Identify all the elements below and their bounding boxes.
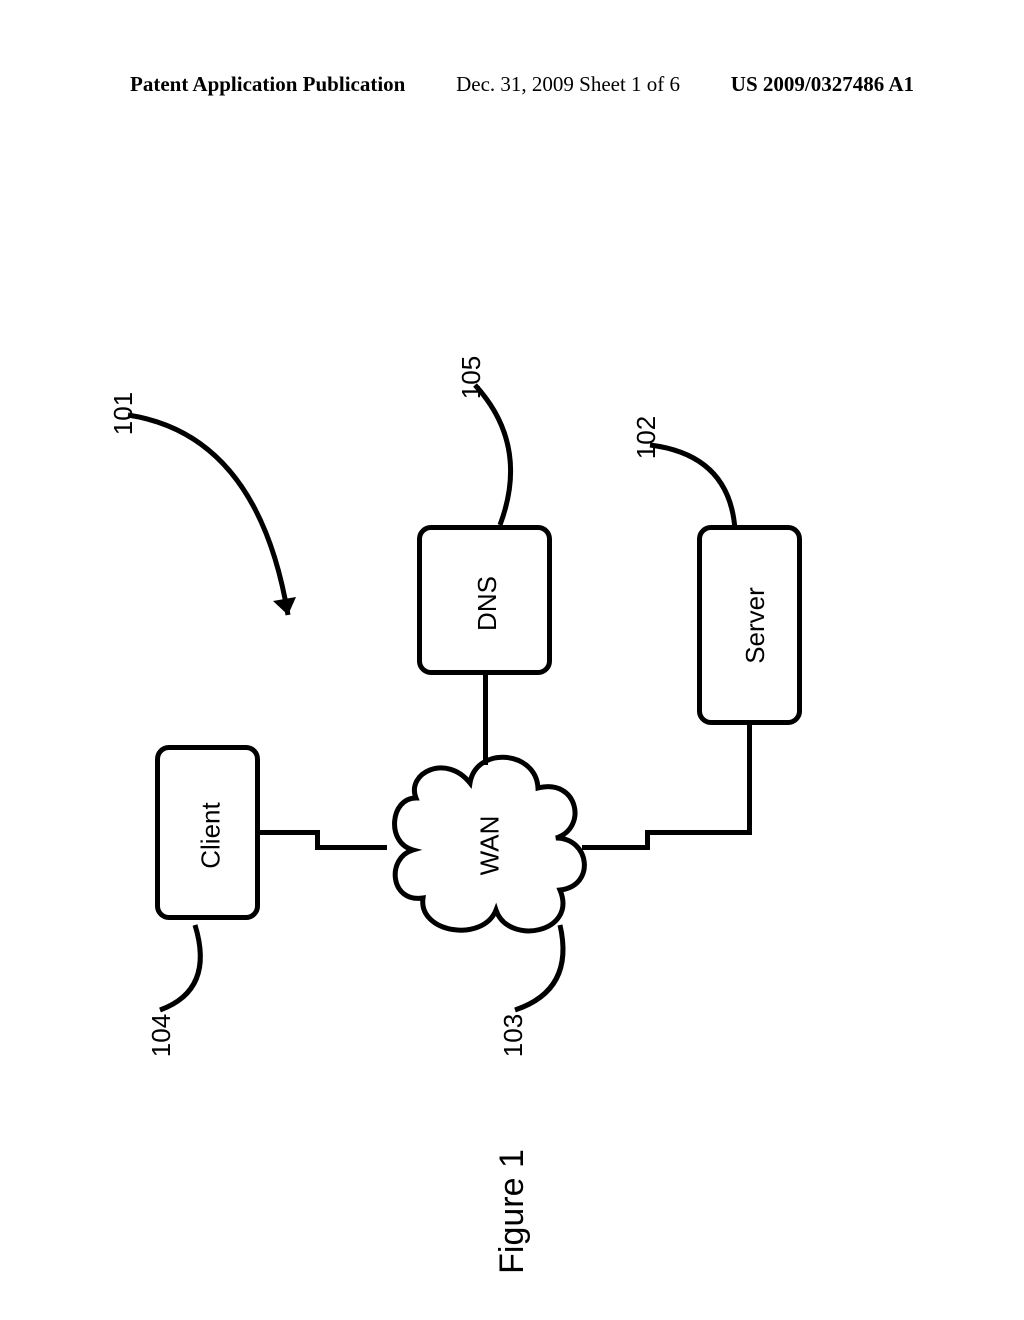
- ref-101: 101: [108, 392, 139, 435]
- conn-server-wan-h: [645, 830, 752, 835]
- conn-client-wan-h: [260, 830, 320, 835]
- server-label: Server: [740, 587, 771, 664]
- header-pubnumber: US 2009/0327486 A1: [731, 72, 914, 97]
- conn-server-wan-v: [747, 725, 752, 835]
- ref-102: 102: [631, 416, 662, 459]
- page-header: Patent Application Publication Dec. 31, …: [0, 72, 1024, 97]
- leader-104: [155, 920, 235, 1020]
- wan-label: WAN: [474, 816, 505, 876]
- leader-101: [118, 405, 298, 635]
- header-publication: Patent Application Publication: [130, 72, 405, 97]
- figure-1: 101 105 102 DNS Server Client WAN 103 10…: [0, 200, 1024, 1320]
- ref-104: 104: [146, 1014, 177, 1057]
- ref-103: 103: [498, 1014, 529, 1057]
- conn-client-wan-h2: [315, 845, 387, 850]
- figure-caption: Figure 1: [493, 1149, 532, 1274]
- client-label: Client: [196, 802, 227, 868]
- conn-dns-wan: [483, 675, 488, 765]
- conn-server-wan-h2: [582, 845, 650, 850]
- dns-label: DNS: [472, 576, 503, 631]
- leader-105: [465, 375, 565, 545]
- ref-105: 105: [456, 356, 487, 399]
- header-sheet: Dec. 31, 2009 Sheet 1 of 6: [456, 72, 680, 97]
